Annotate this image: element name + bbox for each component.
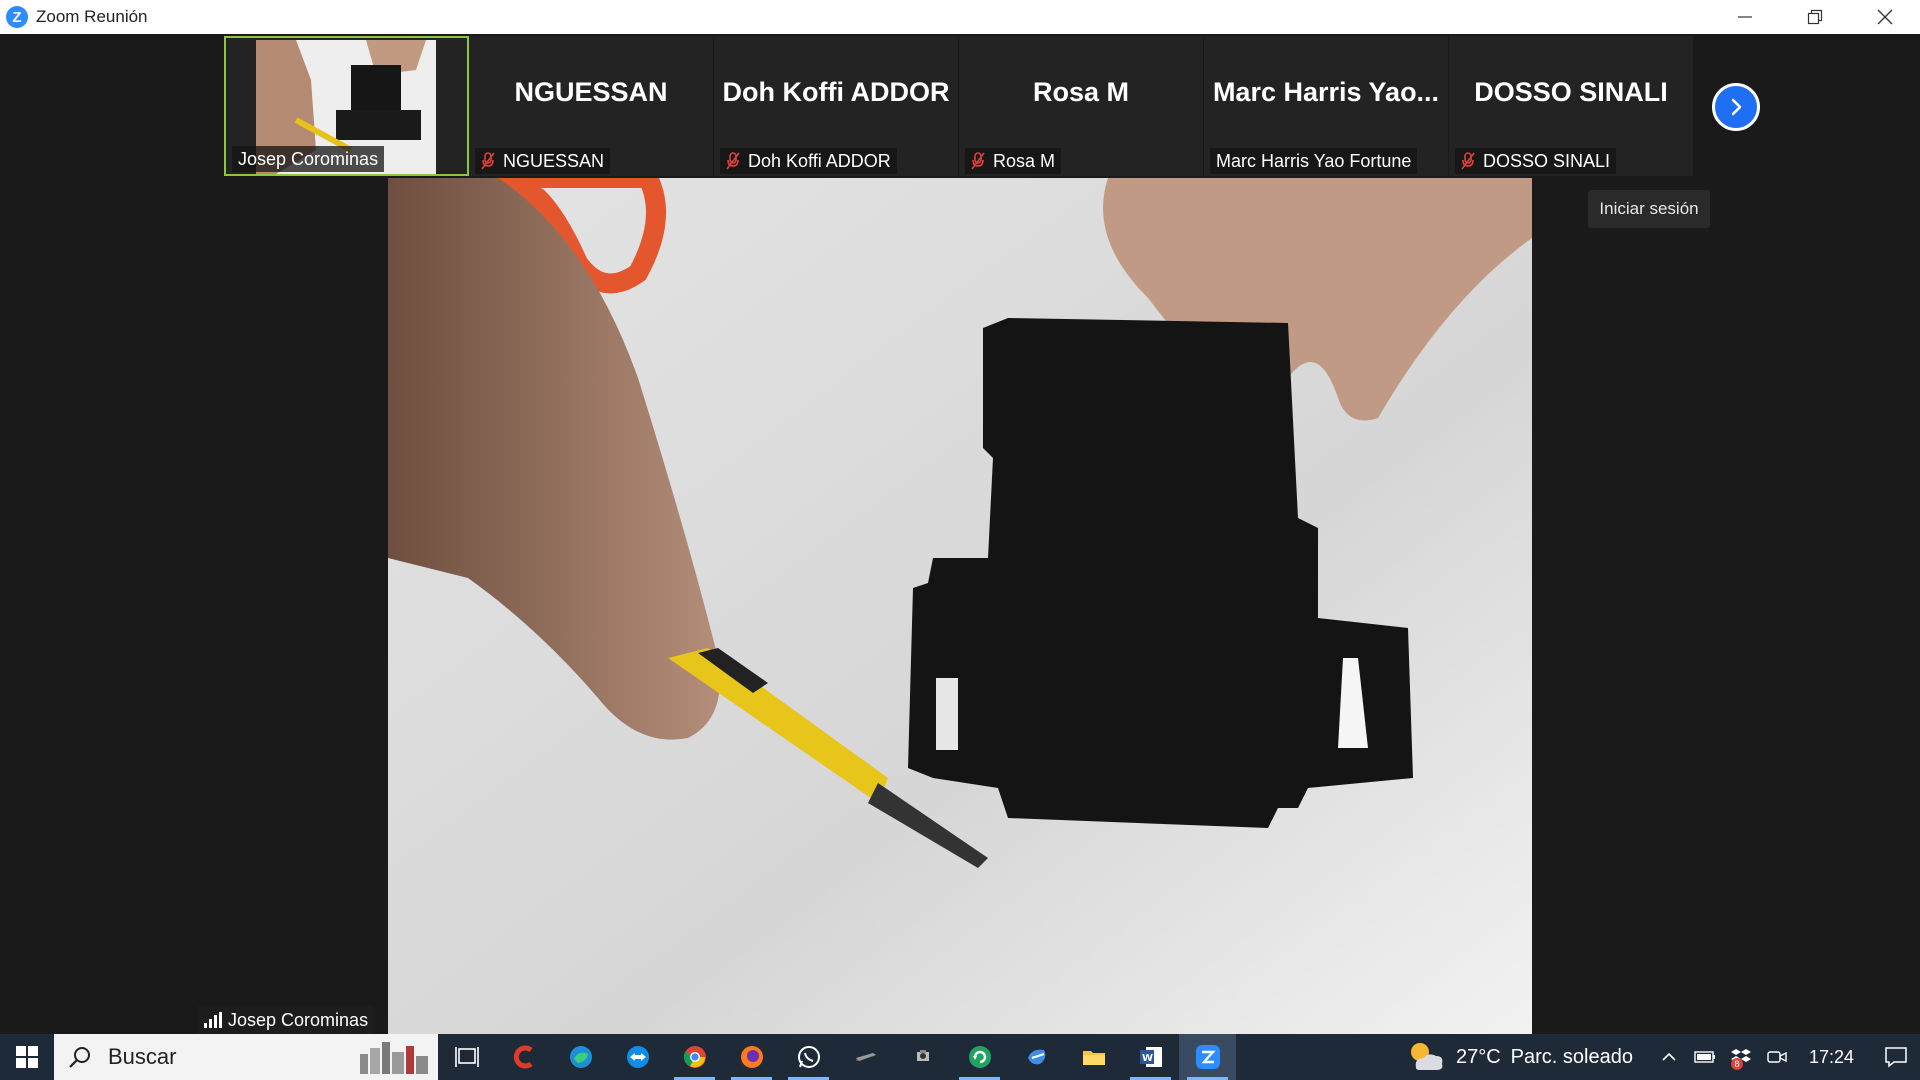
participant-tile-4[interactable]: Marc Harris Yao... Marc Harris Yao Fortu… xyxy=(1204,36,1449,176)
city-skyline-icon xyxy=(360,1042,428,1074)
search-icon xyxy=(69,1047,90,1068)
participant-tile-3[interactable]: Rosa M Rosa M xyxy=(959,36,1204,176)
taskbar-app-edge[interactable] xyxy=(552,1034,609,1080)
battery-icon xyxy=(1694,1051,1715,1063)
next-participants-button[interactable] xyxy=(1712,83,1760,131)
close-button[interactable] xyxy=(1850,0,1920,34)
taskbar-search-box[interactable]: Buscar xyxy=(54,1034,438,1080)
word-icon: W xyxy=(1139,1047,1162,1067)
signal-strength-icon xyxy=(204,1012,222,1028)
active-speaker-video[interactable] xyxy=(388,178,1532,1034)
minimize-icon xyxy=(1738,16,1752,18)
whatsapp-icon xyxy=(797,1046,820,1068)
participant-name: Marc Harris Yao Fortune xyxy=(1216,150,1412,171)
zoom-icon xyxy=(1195,1045,1220,1069)
participant-name: Josep Corominas xyxy=(238,148,379,169)
mail-bird-icon xyxy=(1027,1049,1045,1065)
action-center-button[interactable] xyxy=(1872,1034,1920,1080)
partly-sunny-icon xyxy=(1410,1043,1443,1070)
restore-icon xyxy=(1807,9,1823,25)
ccleaner-icon xyxy=(513,1045,533,1069)
search-placeholder: Buscar xyxy=(108,1044,177,1069)
window-controls xyxy=(1710,0,1920,34)
taskbar-app-utility[interactable] xyxy=(837,1034,894,1080)
camera-icon xyxy=(1767,1051,1787,1063)
active-speaker-label: Josep Corominas xyxy=(198,1006,375,1034)
muted-mic-icon xyxy=(481,152,495,170)
muted-mic-icon xyxy=(1461,152,1475,170)
notification-icon xyxy=(1885,1047,1907,1068)
refresh-green-icon xyxy=(968,1046,991,1068)
taskbar-app-teamviewer[interactable] xyxy=(609,1034,666,1080)
windows-taskbar: Buscar W 27°C Parc. soleado 8 17:24 xyxy=(0,1034,1920,1080)
battery-button[interactable] xyxy=(1687,1034,1723,1080)
participant-name-label: NGUESSAN xyxy=(475,148,611,174)
taskbar-app-zoom[interactable] xyxy=(1179,1034,1236,1080)
windows-logo-icon xyxy=(16,1046,38,1068)
chrome-icon xyxy=(683,1046,706,1068)
participant-name-label: DOSSO SINALI xyxy=(1455,148,1617,174)
taskbar-app-mail[interactable] xyxy=(1008,1034,1065,1080)
weather-widget[interactable]: 27°C Parc. soleado xyxy=(1406,1040,1633,1074)
system-tray: 27°C Parc. soleado 8 17:24 xyxy=(1406,1034,1920,1080)
folder-icon xyxy=(1082,1051,1105,1065)
notification-count-badge: 8 xyxy=(1730,1058,1743,1070)
show-hidden-icons-button[interactable] xyxy=(1651,1034,1687,1080)
chevron-right-icon xyxy=(1731,98,1742,116)
chevron-up-icon xyxy=(1662,1052,1676,1061)
task-view-button[interactable] xyxy=(438,1034,495,1080)
participant-tile-1[interactable]: NGUESSAN NGUESSAN xyxy=(469,36,714,176)
pen-tool-icon xyxy=(855,1053,876,1061)
weather-temperature: 27°C xyxy=(1455,1045,1501,1068)
taskbar-app-word[interactable]: W xyxy=(1122,1034,1179,1080)
taskbar-app-whatsapp[interactable] xyxy=(780,1034,837,1080)
zoom-meeting-window: Z Zoom Reunión Josep Corominas NGUESSAN … xyxy=(0,0,1920,1080)
participant-name-label: Doh Koffi ADDOR xyxy=(720,148,897,174)
task-view-icon xyxy=(454,1047,479,1067)
weather-description: Parc. soleado xyxy=(1510,1045,1633,1068)
dropbox-button[interactable]: 8 xyxy=(1723,1034,1759,1080)
muted-mic-icon xyxy=(971,152,985,170)
participant-tile-2[interactable]: Doh Koffi ADDOR Doh Koffi ADDOR xyxy=(714,36,959,176)
firefox-icon xyxy=(740,1046,763,1068)
snipping-tool-icon xyxy=(916,1050,929,1061)
restore-button[interactable] xyxy=(1780,0,1850,34)
taskbar-app-snipping[interactable] xyxy=(894,1034,951,1080)
participant-name-label: Rosa M xyxy=(965,148,1062,174)
svg-text:W: W xyxy=(1142,1053,1153,1064)
participant-tile-0[interactable]: Josep Corominas xyxy=(224,36,469,176)
taskbar-app-firefox[interactable] xyxy=(723,1034,780,1080)
taskbar-clock[interactable]: 17:24 xyxy=(1809,1047,1854,1068)
title-bar: Z Zoom Reunión xyxy=(0,0,1920,34)
participant-name-label: Marc Harris Yao Fortune xyxy=(1210,148,1418,174)
teamviewer-icon xyxy=(626,1046,649,1068)
taskbar-app-ccleaner[interactable] xyxy=(495,1034,552,1080)
participant-tile-5[interactable]: DOSSO SINALI DOSSO SINALI xyxy=(1449,36,1694,176)
zoom-logo-icon: Z xyxy=(6,6,28,28)
minimize-button[interactable] xyxy=(1710,0,1780,34)
start-button[interactable] xyxy=(0,1034,54,1080)
taskbar-app-file-explorer[interactable] xyxy=(1065,1034,1122,1080)
active-speaker-name: Josep Corominas xyxy=(228,1009,369,1030)
sign-in-button[interactable]: Iniciar sesión xyxy=(1588,190,1710,228)
participant-name: DOSSO SINALI xyxy=(1483,150,1611,171)
participant-strip: Josep Corominas NGUESSAN NGUESSAN Doh Ko… xyxy=(224,36,1694,176)
participant-name: NGUESSAN xyxy=(503,150,605,171)
taskbar-app-chrome[interactable] xyxy=(666,1034,723,1080)
participant-name-label: Josep Corominas xyxy=(232,146,385,172)
participant-name: Rosa M xyxy=(993,150,1056,171)
participant-name: Doh Koffi ADDOR xyxy=(748,150,891,171)
window-title: Zoom Reunión xyxy=(36,7,148,26)
close-icon xyxy=(1877,9,1893,25)
meet-now-button[interactable] xyxy=(1759,1034,1795,1080)
muted-mic-icon xyxy=(726,152,740,170)
taskbar-app-green-app[interactable] xyxy=(951,1034,1008,1080)
edge-icon xyxy=(569,1046,592,1068)
